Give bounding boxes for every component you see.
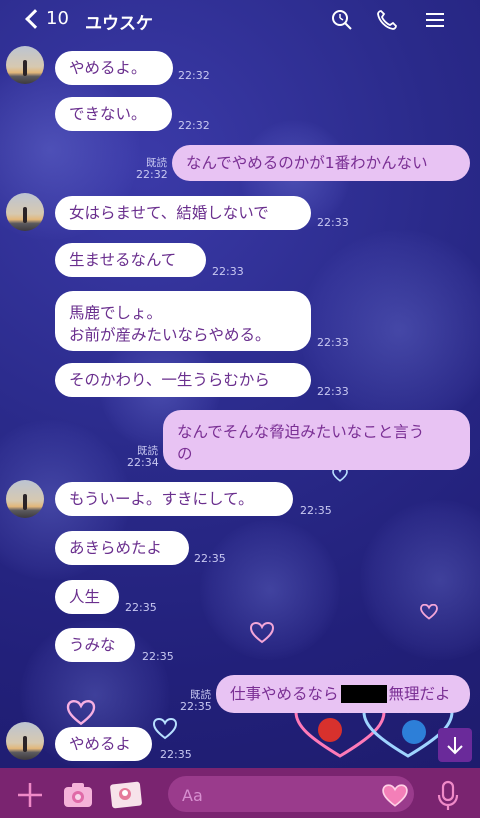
heart-emoji-icon[interactable]: [382, 784, 408, 808]
scroll-to-bottom-button[interactable]: [438, 728, 472, 762]
redaction-box: [340, 685, 387, 703]
heart-decoration-icon: [420, 604, 438, 620]
search-icon[interactable]: [330, 8, 354, 32]
message-text: やめるよ。: [69, 59, 147, 77]
message-input-placeholder: Aa: [182, 786, 203, 805]
heart-decoration-icon: [332, 468, 348, 482]
message-time: 22:32: [136, 168, 168, 181]
microphone-icon[interactable]: [436, 780, 460, 812]
back-button[interactable]: 10: [25, 8, 69, 29]
avatar[interactable]: [6, 722, 44, 760]
message-text: うみな: [69, 636, 116, 654]
message-bubble[interactable]: 馬鹿でしょ。 お前が産みたいならやめる。: [55, 291, 311, 351]
message-bubble[interactable]: 人生: [55, 580, 119, 614]
message-time: 22:33: [317, 336, 349, 349]
message-time: 22:33: [317, 385, 349, 398]
hamburger-menu-icon[interactable]: [423, 8, 447, 32]
message-bubble[interactable]: やめるよ: [55, 727, 152, 761]
message-text-line: 馬鹿でしょ。: [69, 304, 163, 322]
message-time: 22:32: [178, 119, 210, 132]
message-bubble[interactable]: そのかわり、一生うらむから: [55, 363, 311, 397]
message-time: 22:35: [194, 552, 226, 565]
unread-count: 10: [46, 8, 69, 29]
photo-icon[interactable]: [108, 780, 144, 810]
avatar[interactable]: [6, 46, 44, 84]
message-time: 22:35: [180, 700, 212, 713]
message-time: 22:33: [212, 265, 244, 278]
message-time: 22:35: [142, 650, 174, 663]
heart-decoration-icon: [152, 718, 178, 740]
message-time: 22:33: [317, 216, 349, 229]
message-time: 22:32: [178, 69, 210, 82]
message-text: あきらめたよ: [69, 539, 163, 557]
message-bubble[interactable]: なんでそんな脅迫みたいなこと言う の: [163, 410, 470, 470]
message-time: 22:35: [125, 601, 157, 614]
message-text: やめるよ: [69, 735, 132, 753]
message-text: もういーよ。すきにして。: [69, 490, 254, 508]
message-time: 22:35: [300, 504, 332, 517]
message-bubble[interactable]: 仕事やめるなら 無理だよ: [216, 675, 470, 713]
message-text: 人生: [69, 588, 101, 606]
camera-icon[interactable]: [62, 781, 94, 809]
message-text: 仕事やめるなら: [230, 685, 339, 703]
chevron-left-icon: [25, 8, 45, 29]
message-bubble[interactable]: 生ませるなんて: [55, 243, 206, 277]
message-text: 女はらませて、結婚しないで: [69, 204, 269, 222]
message-text: なんでやめるのかが1番わかんない: [186, 154, 428, 172]
message-text: できない。: [69, 105, 147, 123]
message-bubble[interactable]: やめるよ。: [55, 51, 173, 85]
heart-decoration-icon: [250, 622, 274, 644]
message-bubble[interactable]: 女はらませて、結婚しないで: [55, 196, 311, 230]
message-text: 無理だよ: [388, 685, 451, 703]
avatar[interactable]: [6, 480, 44, 518]
chat-title: ユウスケ: [85, 14, 153, 34]
phone-icon[interactable]: [375, 8, 399, 32]
message-bubble[interactable]: なんでやめるのかが1番わかんない: [172, 145, 470, 181]
message-text: そのかわり、一生うらむから: [69, 371, 270, 389]
message-input[interactable]: [168, 776, 414, 812]
message-bubble[interactable]: あきらめたよ: [55, 531, 189, 565]
message-time: 22:35: [160, 748, 192, 761]
message-bubble[interactable]: もういーよ。すきにして。: [55, 482, 293, 516]
message-text: 生ませるなんて: [69, 251, 177, 269]
message-bubble[interactable]: できない。: [55, 97, 172, 131]
avatar[interactable]: [6, 193, 44, 231]
message-text-line: お前が産みたいならやめる。: [69, 326, 271, 344]
message-text-line: なんでそんな脅迫みたいなこと言う: [177, 423, 425, 441]
heart-decoration-icon: [66, 700, 96, 726]
message-time: 22:34: [127, 456, 159, 469]
arrow-down-icon: [447, 737, 463, 755]
message-text-line: の: [177, 445, 193, 463]
plus-icon[interactable]: [16, 781, 44, 809]
chat-header: 10 ユウスケ: [0, 0, 480, 40]
message-bubble[interactable]: うみな: [55, 628, 135, 662]
